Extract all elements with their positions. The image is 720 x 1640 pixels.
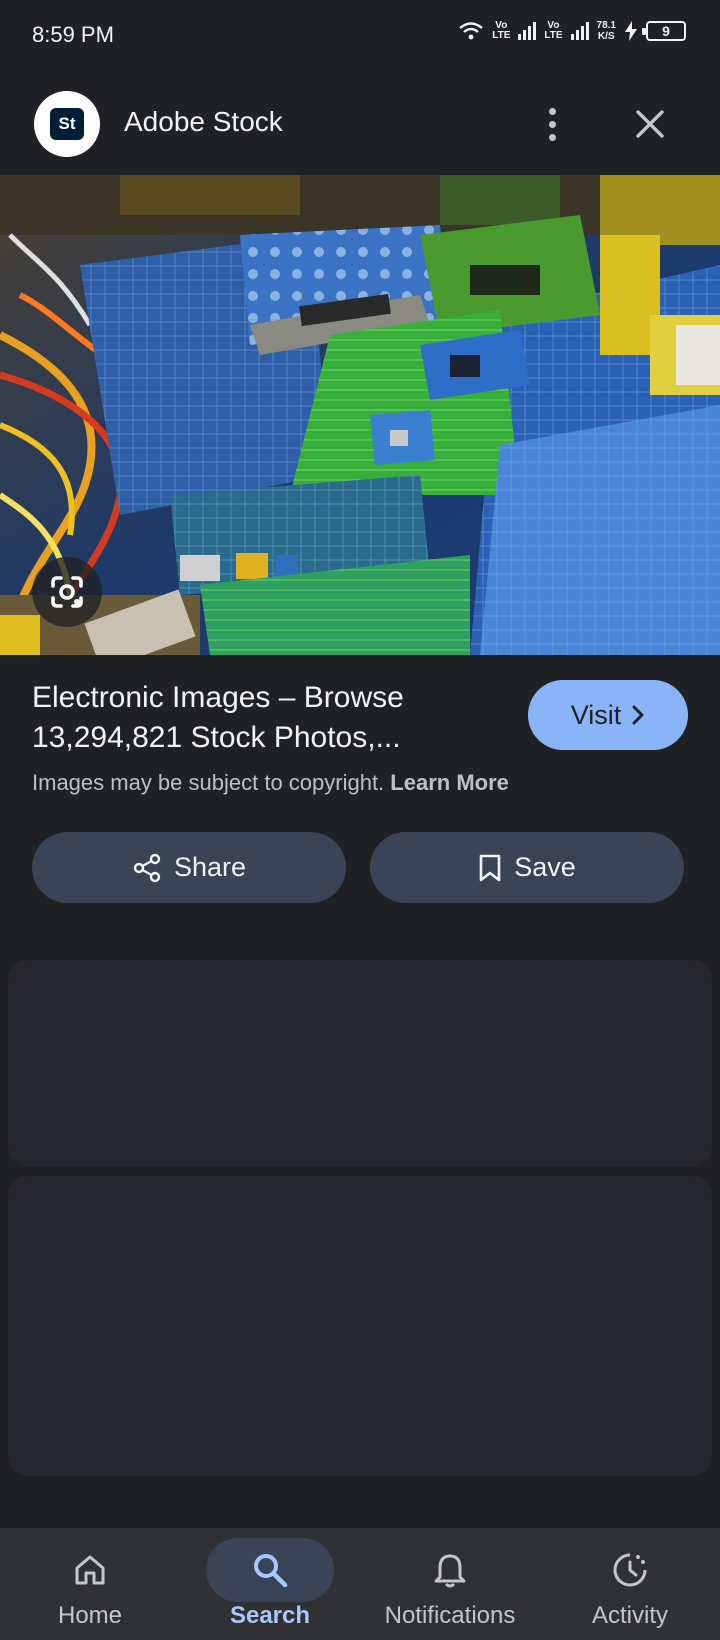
placeholder-card [8, 1176, 712, 1476]
nav-notifications-label: Notifications [384, 1602, 516, 1629]
nav-search-label: Search [229, 1602, 311, 1629]
placeholder-card [8, 960, 712, 1167]
adobe-stock-logo-icon: St [50, 108, 84, 140]
share-label: Share [173, 852, 247, 882]
copyright-text: Images may be subject to copyright. [32, 770, 385, 795]
sim1-network-label: Vo LTE [492, 21, 510, 41]
activity-icon [613, 1553, 647, 1587]
status-time: 8:59 PM [32, 22, 114, 47]
wifi-icon [459, 22, 483, 40]
nav-search[interactable]: Search [180, 1528, 360, 1640]
save-button[interactable]: Save [370, 832, 684, 903]
visit-button[interactable]: Visit [528, 680, 688, 750]
lens-icon [51, 576, 83, 608]
google-lens-button[interactable] [32, 557, 102, 627]
visit-label: Visit [570, 699, 622, 730]
screen: 8:59 PM Vo LTE Vo LTE 78.1 K/S 9 St Adob… [0, 0, 720, 1640]
nav-home[interactable]: Home [0, 1528, 180, 1640]
battery-icon: 9 [642, 21, 686, 41]
site-name[interactable]: Adobe Stock [124, 106, 283, 138]
bookmark-icon [479, 854, 501, 881]
sim2-network-label: Vo LTE [544, 21, 562, 41]
signal-bars-icon [570, 22, 589, 40]
result-image[interactable] [0, 175, 720, 655]
sim1-bottom-text: LTE [492, 30, 511, 41]
close-button[interactable] [628, 102, 672, 146]
nav-activity[interactable]: Activity [540, 1528, 720, 1640]
sim2-bottom-text: LTE [544, 30, 563, 41]
site-logo[interactable]: St [34, 91, 100, 157]
close-icon [636, 110, 664, 138]
nav-notifications[interactable]: Notifications [360, 1528, 540, 1640]
learn-more-link[interactable]: Learn More [390, 770, 509, 795]
signal-bars-icon [518, 22, 537, 40]
share-button[interactable]: Share [32, 832, 346, 903]
nav-home-label: Home [57, 1602, 123, 1629]
share-icon [133, 853, 161, 882]
status-bar: 8:59 PM Vo LTE Vo LTE 78.1 K/S 9 [0, 0, 720, 72]
chevron-right-icon [632, 705, 644, 725]
charging-icon [625, 21, 637, 41]
nav-activity-label: Activity [591, 1602, 668, 1629]
copyright-notice: Images may be subject to copyright. Lear… [32, 770, 509, 796]
result-header: St Adobe Stock [0, 88, 720, 160]
more-vert-icon [548, 107, 556, 115]
home-icon [75, 1555, 105, 1585]
result-title[interactable]: Electronic Images – Browse 13,294,821 St… [32, 678, 492, 758]
status-icons: Vo LTE Vo LTE 78.1 K/S 9 [458, 20, 686, 42]
network-speed: 78.1 K/S [597, 20, 616, 42]
bell-icon [434, 1554, 466, 1588]
speed-unit: K/S [597, 31, 615, 42]
bottom-navigation: Home Search Notifications Activity [0, 1528, 720, 1640]
search-icon [254, 1554, 288, 1588]
more-options-button[interactable] [536, 102, 568, 146]
circuit-boards-image [0, 175, 720, 655]
save-label: Save [514, 852, 576, 882]
speed-value: 78.1 [596, 20, 616, 31]
